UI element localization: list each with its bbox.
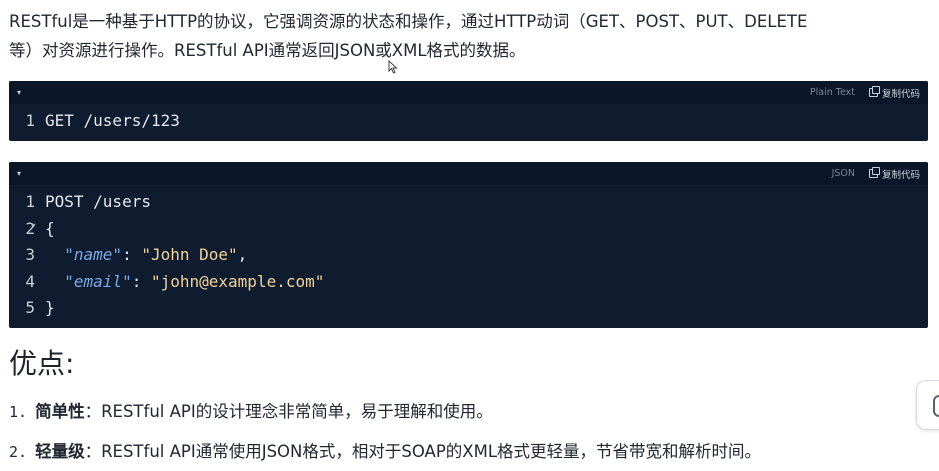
section-heading: 优点:: [9, 347, 75, 380]
chevron-down-icon[interactable]: ▾: [17, 88, 21, 97]
copy-code-label: 复制代码: [881, 88, 920, 100]
code-block-plain-text: ▾ Plain Text 复制代码 1 GET /users/123: [9, 81, 928, 141]
code-text: POST /users: [45, 192, 151, 211]
list-description: ：RESTful API通常使用JSON格式，相对于SOAP的XML格式更轻量，…: [84, 442, 762, 461]
code-block-json: ▾ JSON 复制代码 1 POST /users 2 ▾ { 3 "name"…: [9, 162, 928, 328]
code-language-label: Plain Text: [809, 87, 855, 98]
code-language-label: JSON: [831, 168, 855, 179]
fold-icon[interactable]: ▾: [31, 213, 36, 240]
json-key: "name": [64, 245, 123, 264]
mouse-cursor-icon: [388, 60, 398, 74]
copy-icon: [868, 167, 880, 178]
list-term: 轻量级: [35, 442, 85, 461]
code-block-header: ▾ Plain Text 复制代码: [9, 81, 928, 104]
article-page: RESTful是一种基于HTTP的协议，它强调资源的状态和操作，通过HTTP动词…: [0, 0, 939, 471]
code-line: 4 "email" : "john@example.com": [9, 269, 928, 296]
intro-line-1: RESTful是一种基于HTTP的协议，它强调资源的状态和操作，通过HTTP动词…: [9, 12, 808, 31]
copy-code-label: 复制代码: [881, 169, 920, 181]
code-text: {: [45, 218, 55, 238]
code-text: }: [45, 298, 55, 317]
side-panel-tab[interactable]: [916, 380, 939, 430]
line-number: 2: [25, 218, 35, 238]
json-key: "email": [64, 271, 132, 291]
code-line: 1 GET /users/123: [9, 108, 928, 135]
code-body: 1 POST /users 2 ▾ { 3 "name" : "John Doe…: [9, 185, 928, 328]
list-term: 简单性: [35, 402, 85, 421]
code-line: 2 ▾ {: [9, 216, 928, 243]
json-string-value: "john@example.com": [150, 271, 325, 291]
code-line: 3 "name" : "John Doe" ,: [9, 242, 928, 269]
intro-line-2: 等）对资源进行操作。RESTful API通常返回JSON或XML格式的数据。: [9, 41, 526, 60]
list-item: 2. 轻量级：RESTful API通常使用JSON格式，相对于SOAP的XML格…: [9, 440, 939, 464]
code-body: 1 GET /users/123: [9, 104, 928, 141]
code-block-header: ▾ JSON 复制代码: [9, 162, 928, 185]
line-number: 3: [25, 245, 35, 264]
list-description: ：RESTful API的设计理念非常简单，易于理解和使用。: [84, 402, 493, 421]
line-number: 1: [25, 192, 35, 211]
json-separator: :: [122, 245, 142, 264]
list-item: 1. 简单性：RESTful API的设计理念非常简单，易于理解和使用。: [9, 400, 939, 424]
chevron-down-icon[interactable]: ▾: [17, 169, 21, 178]
line-number: 4: [25, 271, 35, 291]
json-separator: :: [131, 271, 151, 291]
side-panel-icon: [933, 395, 939, 417]
code-line: 5 }: [9, 295, 928, 322]
code-header-actions: JSON 复制代码: [832, 167, 920, 181]
list-number: 2.: [9, 443, 28, 461]
copy-code-button[interactable]: 复制代码: [868, 167, 920, 181]
json-comma: ,: [237, 245, 248, 264]
copy-code-button[interactable]: 复制代码: [868, 86, 920, 100]
json-string-value: "John Doe": [141, 245, 238, 264]
code-line: 1 POST /users: [9, 189, 928, 216]
intro-paragraph: RESTful是一种基于HTTP的协议，它强调资源的状态和操作，通过HTTP动词…: [9, 7, 929, 65]
list-number: 1.: [9, 403, 28, 421]
line-number: 5: [25, 298, 35, 317]
code-header-actions: Plain Text 复制代码: [810, 86, 920, 100]
code-text: GET /users/123: [45, 111, 180, 130]
line-number: 1: [25, 111, 35, 130]
copy-icon: [868, 86, 880, 97]
